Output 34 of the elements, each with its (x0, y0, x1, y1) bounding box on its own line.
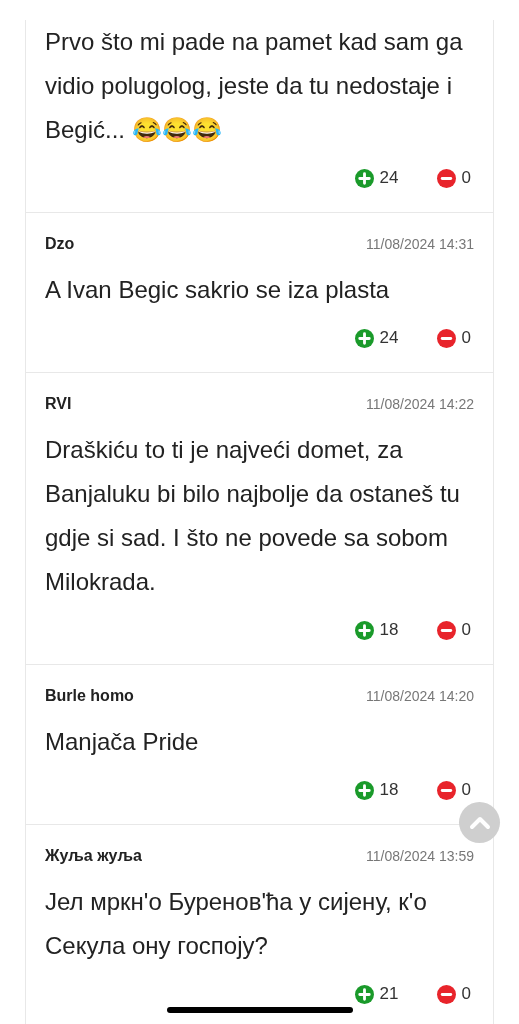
comment-date: 11/08/2024 13:59 (366, 846, 474, 866)
upvote-count: 24 (379, 327, 399, 350)
minus-icon[interactable] (436, 620, 456, 640)
comment-text: Јел мркн'о Буренов'ћа у сијену, к'о Секула ону госпоју? (45, 887, 428, 961)
upvote-count: 18 (379, 619, 399, 642)
comment-text: A Ivan Begic sakrio se iza plasta (45, 275, 391, 305)
minus-icon[interactable] (436, 168, 456, 188)
comment-author: Жуља жуља (45, 846, 142, 866)
minus-icon[interactable] (436, 780, 456, 800)
plus-icon[interactable] (354, 780, 374, 800)
upvote-count: 24 (379, 167, 399, 190)
chevron-up-icon (468, 815, 491, 830)
downvote-count: 0 (461, 327, 471, 350)
comment-text: Prvo što mi pade na pamet kad sam ga vidio polugolog, jeste da tu nedostaje i Begić... 😂😂😂 (45, 27, 464, 145)
comment-text: Manjača Pride (45, 727, 200, 757)
downvote-count: 0 (461, 167, 471, 190)
downvote-count: 0 (461, 779, 471, 802)
plus-icon[interactable] (354, 620, 374, 640)
comment-author: RVI (45, 394, 72, 414)
downvote-count: 0 (461, 983, 471, 1006)
plus-icon[interactable] (354, 168, 374, 188)
comment-text: Draškiću to ti je najveći domet, za Banjaluku bi bilo najbolje da ostaneš tu gdje si sad. I što ne povede sa sobom Milokrada. (45, 435, 461, 597)
plus-icon[interactable] (354, 328, 374, 348)
upvote-count: 18 (379, 779, 399, 802)
minus-icon[interactable] (436, 328, 456, 348)
minus-icon[interactable] (436, 984, 456, 1004)
plus-icon[interactable] (354, 984, 374, 1004)
comment-author: Burle homo (45, 686, 134, 706)
comment-date: 11/08/2024 14:22 (366, 394, 474, 414)
comment-date: 11/08/2024 14:31 (366, 234, 474, 254)
downvote-count: 0 (461, 619, 471, 642)
upvote-count: 21 (379, 983, 399, 1006)
comment-date: 11/08/2024 14:20 (366, 686, 474, 706)
comment-author: Dzo (45, 234, 75, 254)
